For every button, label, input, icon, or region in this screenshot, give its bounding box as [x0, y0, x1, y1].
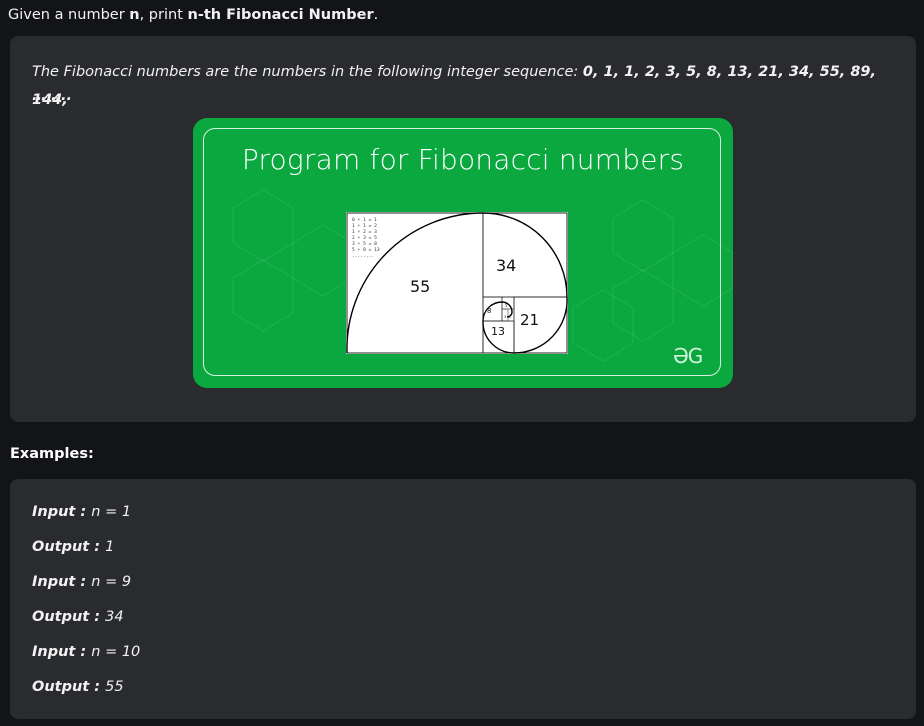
example-line: Output : 55: [32, 679, 124, 695]
example-sep: :: [75, 574, 92, 590]
intro-n: n: [129, 7, 140, 23]
equation-1: 0 + 1 = 1: [352, 217, 377, 223]
example-sep: :: [75, 644, 92, 660]
example-key: Output: [32, 609, 90, 625]
intro-target: n-th Fibonacci Number: [187, 7, 374, 23]
example-line: Input : n = 10: [32, 644, 140, 660]
spiral-label-2: 2: [509, 315, 511, 319]
spiral-label-34: 34: [496, 256, 516, 275]
equation-dots: ........: [352, 254, 374, 259]
example-line: Output : 1: [32, 539, 114, 555]
spiral-label-3: 3: [504, 315, 506, 319]
example-key: Output: [32, 679, 90, 695]
fibonacci-spiral: 0 + 1 = 1 1 + 1 = 2 1 + 2 = 3 2 + 3 = 5 …: [346, 212, 568, 354]
equation-2: 1 + 1 = 2: [352, 223, 377, 229]
example-value: 55: [105, 679, 124, 695]
example-value: n = 10: [91, 644, 141, 660]
example-sep: :: [75, 504, 92, 520]
example-value: n = 9: [91, 574, 132, 590]
banner-title: Program for Fibonacci numbers: [241, 143, 685, 176]
example-line: Output : 34: [32, 609, 124, 625]
intro-middle: , print: [139, 7, 188, 23]
example-key: Input: [32, 644, 76, 660]
sequence-intro: The Fibonacci numbers are the numbers in…: [32, 64, 583, 80]
spiral-label-13: 13: [491, 325, 505, 338]
example-value: 34: [105, 609, 124, 625]
sequence-text: The Fibonacci numbers are the numbers in…: [32, 58, 902, 114]
spiral-label-55: 55: [410, 277, 430, 296]
intro-suffix: .: [373, 7, 379, 23]
example-key: Input: [32, 504, 76, 520]
spiral-label-21: 21: [520, 311, 539, 329]
equation-3: 1 + 2 = 3: [352, 229, 377, 235]
problem-statement: Given a number n, print n-th Fibonacci N…: [8, 4, 378, 26]
description-card: The Fibonacci numbers are the numbers in…: [10, 36, 916, 422]
example-sep: :: [89, 679, 106, 695]
example-sep: :: [89, 539, 106, 555]
page: Given a number n, print n-th Fibonacci N…: [0, 0, 924, 726]
equation-5: 3 + 5 = 8: [352, 241, 377, 247]
example-line: Input : n = 1: [32, 504, 131, 520]
intro-prefix: Given a number: [8, 7, 130, 23]
fibonacci-spiral-diagram: 0 + 1 = 1 1 + 1 = 2 1 + 2 = 3 2 + 3 = 5 …: [346, 212, 568, 354]
examples-heading: Examples:: [10, 446, 94, 462]
example-key: Output: [32, 539, 90, 555]
sequence-ellipsis: ……..: [32, 88, 73, 104]
example-key: Input: [32, 574, 76, 590]
example-value: 1: [105, 539, 115, 555]
example-value: n = 1: [91, 504, 132, 520]
example-sep: :: [89, 609, 106, 625]
spiral-label-8: 8: [487, 307, 491, 315]
equation-6: 5 + 8 = 13: [352, 247, 380, 253]
example-line: Input : n = 9: [32, 574, 131, 590]
examples-card: Input : n = 1 Output : 1 Input : n = 9 O…: [10, 479, 916, 719]
gfg-logo-icon: ƏG: [673, 344, 703, 368]
fibonacci-banner-image: Program for Fibonacci numbers 0 + 1 = 1 …: [193, 118, 733, 388]
equation-4: 2 + 3 = 5: [352, 235, 377, 241]
